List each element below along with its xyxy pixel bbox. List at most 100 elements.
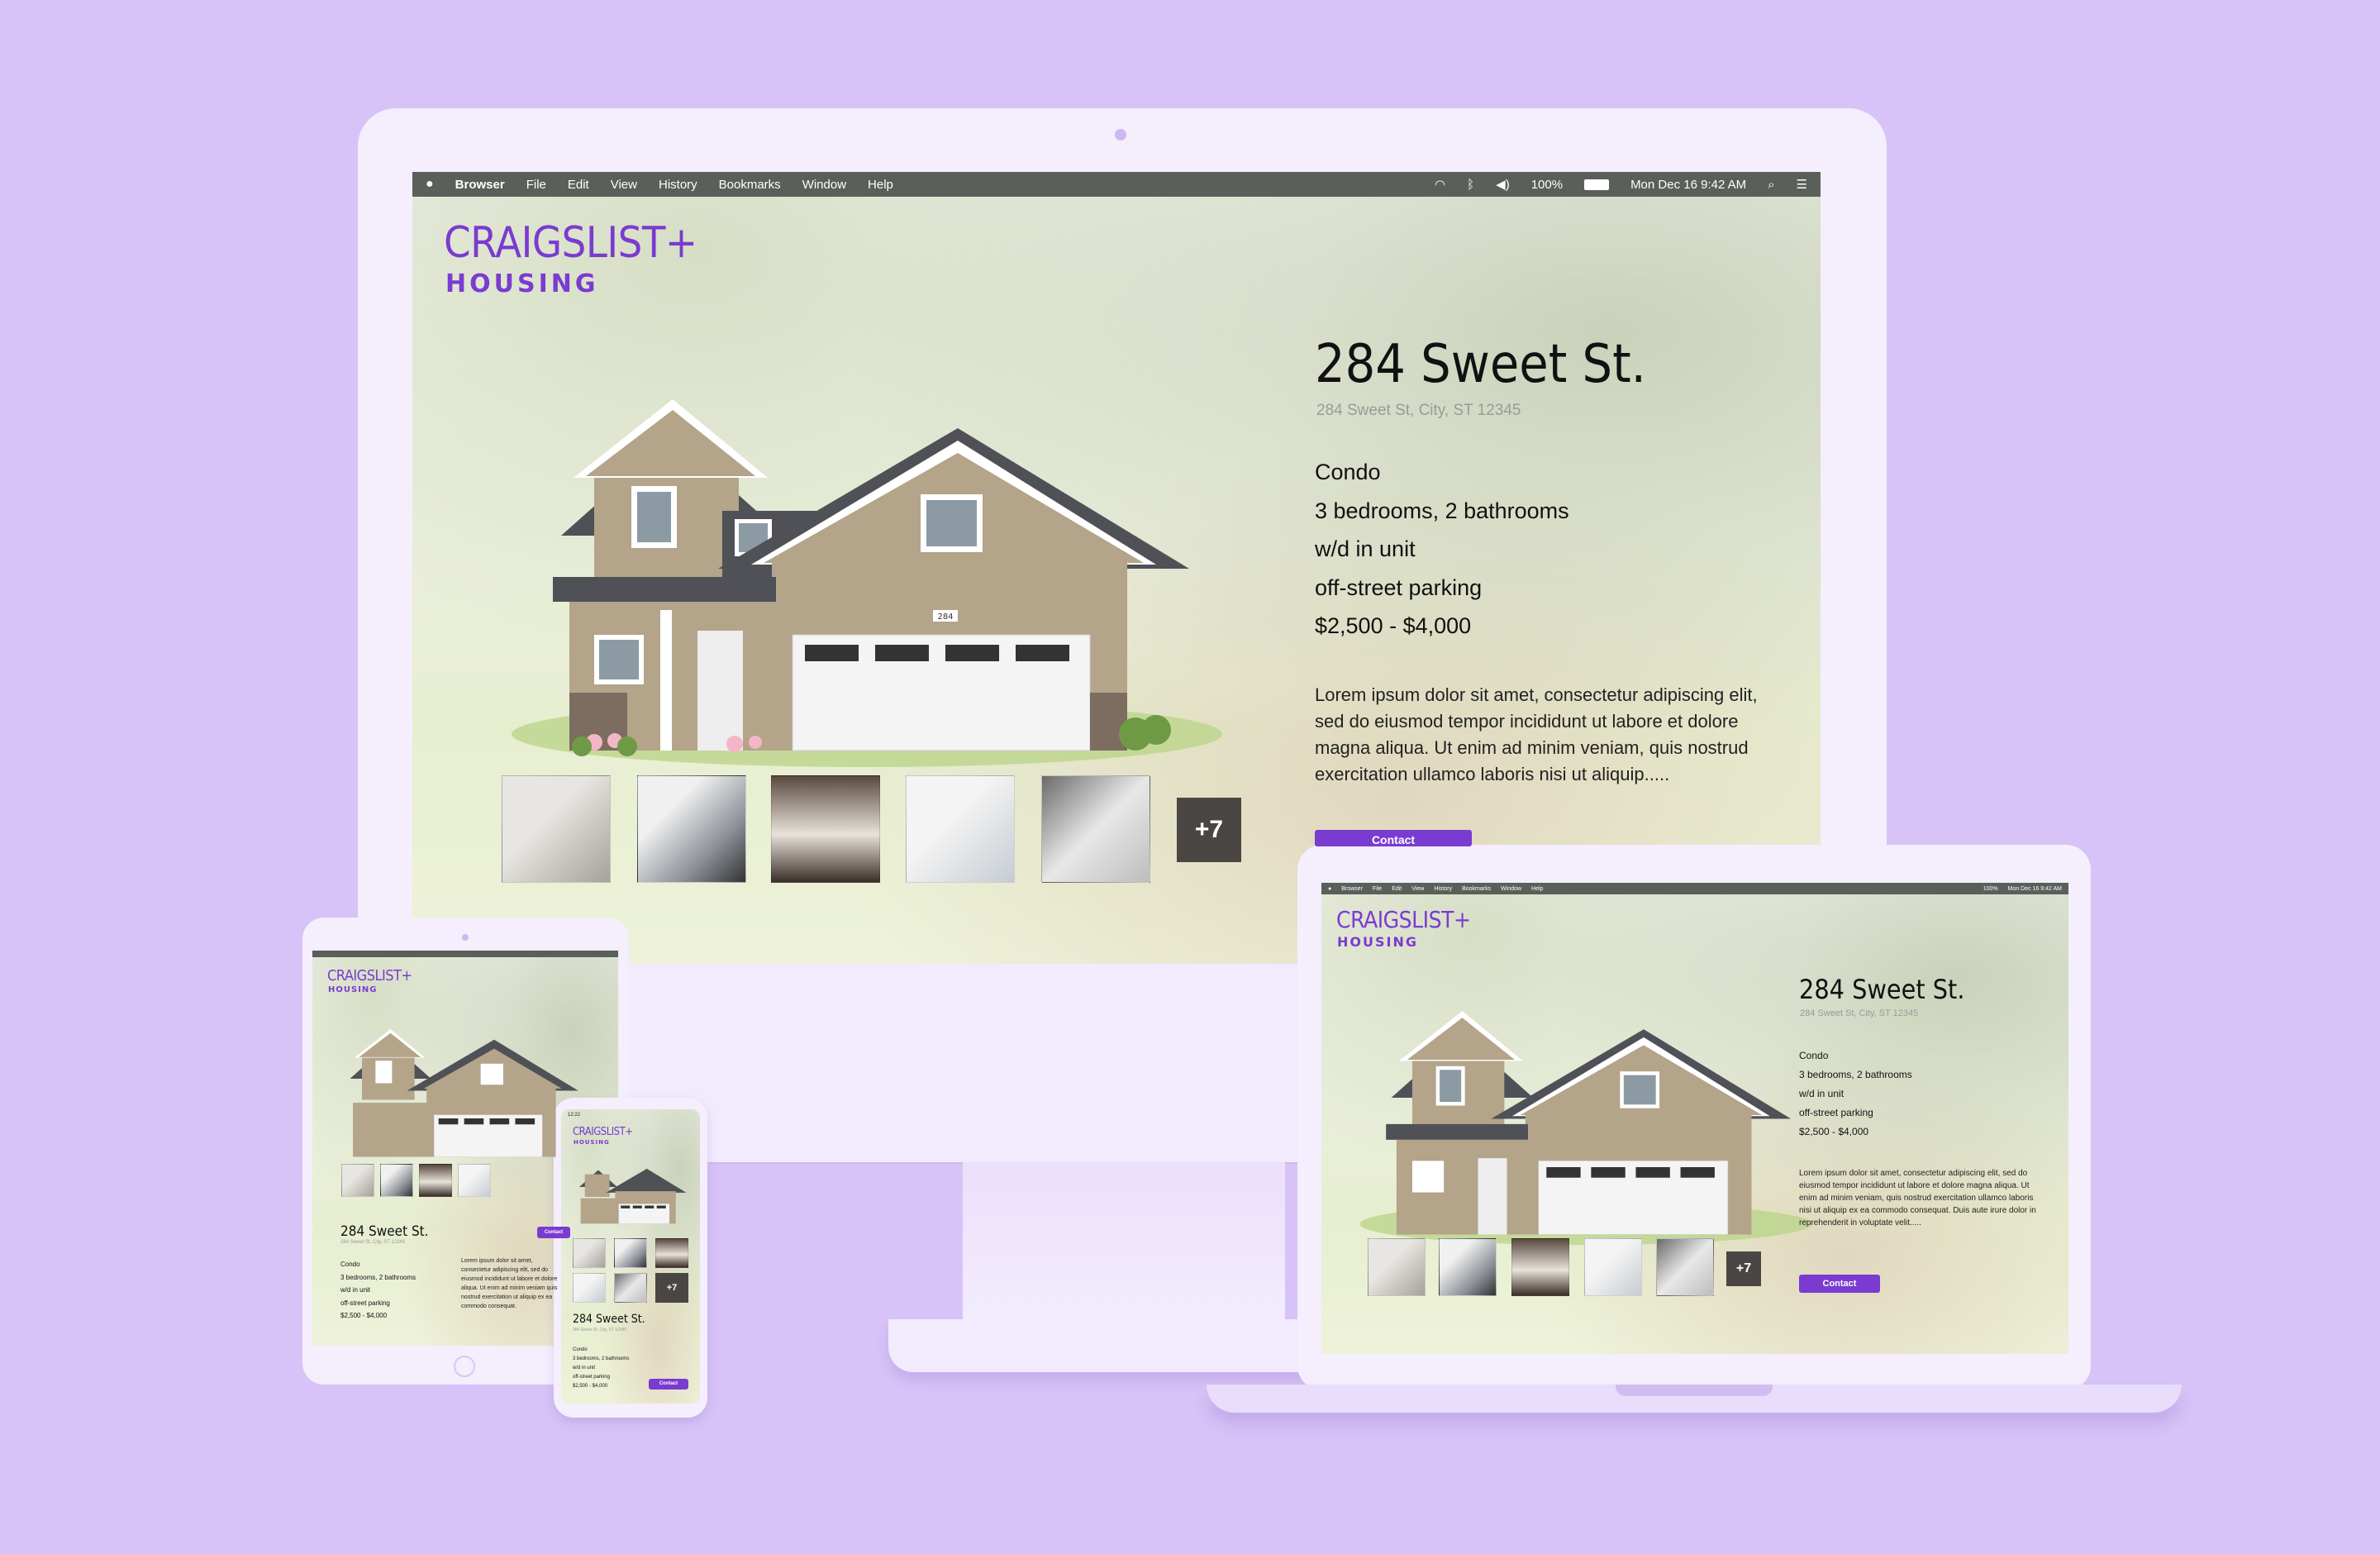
menu-bar: ● Browser File Edit View History Bookmar… <box>412 172 1821 197</box>
ipad-home-button[interactable] <box>454 1356 475 1377</box>
laptop-more-photos-tile[interactable]: +7 <box>1726 1251 1761 1286</box>
ipad-feature-price: $2,500 - $4,000 <box>340 1312 388 1319</box>
phone-feature-parking: off-street parking <box>573 1375 610 1380</box>
house-number: 284 <box>937 613 953 622</box>
phone-thumbnail-4[interactable] <box>573 1273 606 1303</box>
thumbnail-bedroom[interactable] <box>771 775 880 883</box>
phone-feature-list: Condo 3 bedrooms, 2 bathrooms w/d in uni… <box>573 1346 629 1391</box>
phone-thumbnail-3[interactable] <box>655 1238 688 1268</box>
more-photos-tile[interactable]: +7 <box>1177 798 1241 862</box>
thumbnail-kids-room[interactable] <box>906 775 1015 883</box>
ipad-thumbnail-2[interactable] <box>380 1164 413 1197</box>
battery-icon[interactable] <box>1584 179 1610 190</box>
clock[interactable]: Mon Dec 16 9:42 AM <box>1630 178 1746 192</box>
house-photo[interactable]: 284 <box>503 304 1230 767</box>
phone-status-time: 12:22 <box>568 1113 581 1118</box>
ipad-status-bar <box>312 951 618 957</box>
thumbnail-living-room[interactable] <box>502 775 611 883</box>
phone-logo-subtitle: HOUSING <box>574 1139 610 1146</box>
ipad-house-illustration <box>350 1029 578 1157</box>
bluetooth-icon[interactable]: ᛒ <box>1467 178 1474 192</box>
listing-address: 284 Sweet St, City, ST 12345 <box>1316 402 1521 419</box>
laptop-house-photo[interactable] <box>1354 949 1817 1247</box>
laptop-thumbnail-4[interactable] <box>1584 1238 1642 1296</box>
laptop-menu-history[interactable]: History <box>1434 886 1452 892</box>
laptop-thumbnail-2[interactable] <box>1439 1238 1497 1296</box>
logo[interactable]: CRAIGSLIST+ <box>444 218 697 268</box>
thumbnail-bathroom[interactable] <box>637 775 746 883</box>
feature-type: Condo <box>1315 460 1381 484</box>
logo-subtitle: HOUSING <box>445 269 599 298</box>
phone-more-photos-tile[interactable]: +7 <box>655 1273 688 1303</box>
search-icon[interactable]: ⌕ <box>1768 178 1774 192</box>
ipad-thumbnail-3[interactable] <box>419 1164 452 1197</box>
ipad-feature-type: Condo <box>340 1261 360 1268</box>
laptop-thumbnail-3[interactable] <box>1511 1238 1569 1296</box>
laptop-feature-parking: off-street parking <box>1799 1107 1873 1118</box>
ipad-listing-description: Lorem ipsum dolor sit amet, consectetur … <box>461 1258 558 1309</box>
laptop-menu-edit[interactable]: Edit <box>1392 886 1402 892</box>
laptop-menu-view[interactable]: View <box>1411 886 1424 892</box>
feature-parking: off-street parking <box>1315 574 1483 600</box>
wifi-icon[interactable]: ◠ <box>1435 177 1445 192</box>
apple-icon[interactable]: ● <box>426 177 434 192</box>
laptop-feature-type: Condo <box>1799 1050 1829 1061</box>
menu-app-name[interactable]: Browser <box>455 178 505 192</box>
phone-thumbnail-2[interactable] <box>614 1238 647 1268</box>
menu-help[interactable]: Help <box>868 178 893 192</box>
house-illustration: 284 <box>512 399 1222 767</box>
menu-view[interactable]: View <box>611 178 637 192</box>
imac-camera <box>1115 129 1126 141</box>
ipad-thumbnail-1[interactable] <box>341 1164 374 1197</box>
menu-edit[interactable]: Edit <box>568 178 589 192</box>
laptop-contact-button[interactable]: Contact <box>1799 1275 1880 1293</box>
laptop-menu-bookmarks[interactable]: Bookmarks <box>1462 886 1491 892</box>
laptop-listing-title: 284 Sweet St. <box>1799 974 1965 1005</box>
phone-thumbnail-1[interactable] <box>573 1238 606 1268</box>
phone-feature-rooms: 3 bedrooms, 2 bathrooms <box>573 1356 630 1361</box>
battery-percent: 100% <box>1530 177 1564 192</box>
imac-stand-foot <box>888 1319 1351 1372</box>
laptop-house-illustration <box>1359 1011 1812 1246</box>
ipad-contact-button[interactable]: Contact <box>537 1227 570 1238</box>
phone-logo[interactable]: CRAIGSLIST+ <box>573 1126 633 1138</box>
laptop-clock[interactable]: Mon Dec 16 9:42 AM <box>2008 886 2062 892</box>
volume-icon[interactable]: ◀) <box>1496 177 1510 192</box>
laptop-apple-icon[interactable]: ● <box>1328 886 1331 892</box>
ipad-thumbnail-4[interactable] <box>458 1164 491 1197</box>
laptop-menu-app-name[interactable]: Browser <box>1341 886 1363 892</box>
thumbnail-bath-tub[interactable] <box>1041 775 1150 883</box>
phone-contact-button[interactable]: Contact <box>649 1379 688 1390</box>
laptop-menu-help[interactable]: Help <box>1531 886 1543 892</box>
laptop-feature-price: $2,500 - $4,000 <box>1799 1126 1869 1137</box>
menu-window[interactable]: Window <box>802 178 846 192</box>
laptop-listing-description: Lorem ipsum dolor sit amet, consectetur … <box>1799 1169 2036 1227</box>
feature-list: Condo 3 bedrooms, 2 bathrooms w/d in uni… <box>1315 453 1569 646</box>
imac-stand-neck <box>963 1162 1285 1319</box>
contact-button[interactable]: Contact <box>1315 830 1472 846</box>
laptop-battery-percent: 100% <box>1983 885 1998 892</box>
phone-listing-title: 284 Sweet St. <box>573 1313 645 1326</box>
menu-bookmarks[interactable]: Bookmarks <box>719 178 781 192</box>
laptop-menu-window[interactable]: Window <box>1501 886 1521 892</box>
menu-file[interactable]: File <box>526 178 546 192</box>
laptop-feature-list: Condo 3 bedrooms, 2 bathrooms w/d in uni… <box>1799 1046 1912 1142</box>
listing-description: Lorem ipsum dolor sit amet, consectetur … <box>1315 684 1758 784</box>
laptop-logo[interactable]: CRAIGSLIST+ <box>1336 906 1471 933</box>
ipad-logo[interactable]: CRAIGSLIST+ <box>327 967 412 984</box>
laptop-feature-rooms: 3 bedrooms, 2 bathrooms <box>1799 1069 1912 1080</box>
feature-laundry: w/d in unit <box>1315 536 1416 561</box>
laptop-thumbnail-5[interactable] <box>1656 1238 1714 1296</box>
phone-screen: 12:22 CRAIGSLIST+ HOUSING +7 284 Sweet S… <box>561 1109 700 1404</box>
phone-thumbnail-5[interactable] <box>614 1273 647 1303</box>
ipad-house-photo[interactable] <box>329 992 593 1166</box>
menu-history[interactable]: History <box>659 178 697 192</box>
list-icon[interactable]: ☰ <box>1797 177 1807 192</box>
laptop-menu-bar: ● Browser File Edit View History Bookmar… <box>1321 883 2068 894</box>
ipad-listing-address: 284 Sweet St, City, ST 12345 <box>340 1240 406 1245</box>
laptop-menu-file[interactable]: File <box>1373 886 1382 892</box>
laptop-logo-subtitle: HOUSING <box>1337 934 1418 950</box>
laptop-thumbnail-1[interactable] <box>1368 1238 1426 1296</box>
laptop-screen: ● Browser File Edit View History Bookmar… <box>1321 883 2068 1354</box>
phone-house-photo[interactable] <box>569 1146 693 1228</box>
